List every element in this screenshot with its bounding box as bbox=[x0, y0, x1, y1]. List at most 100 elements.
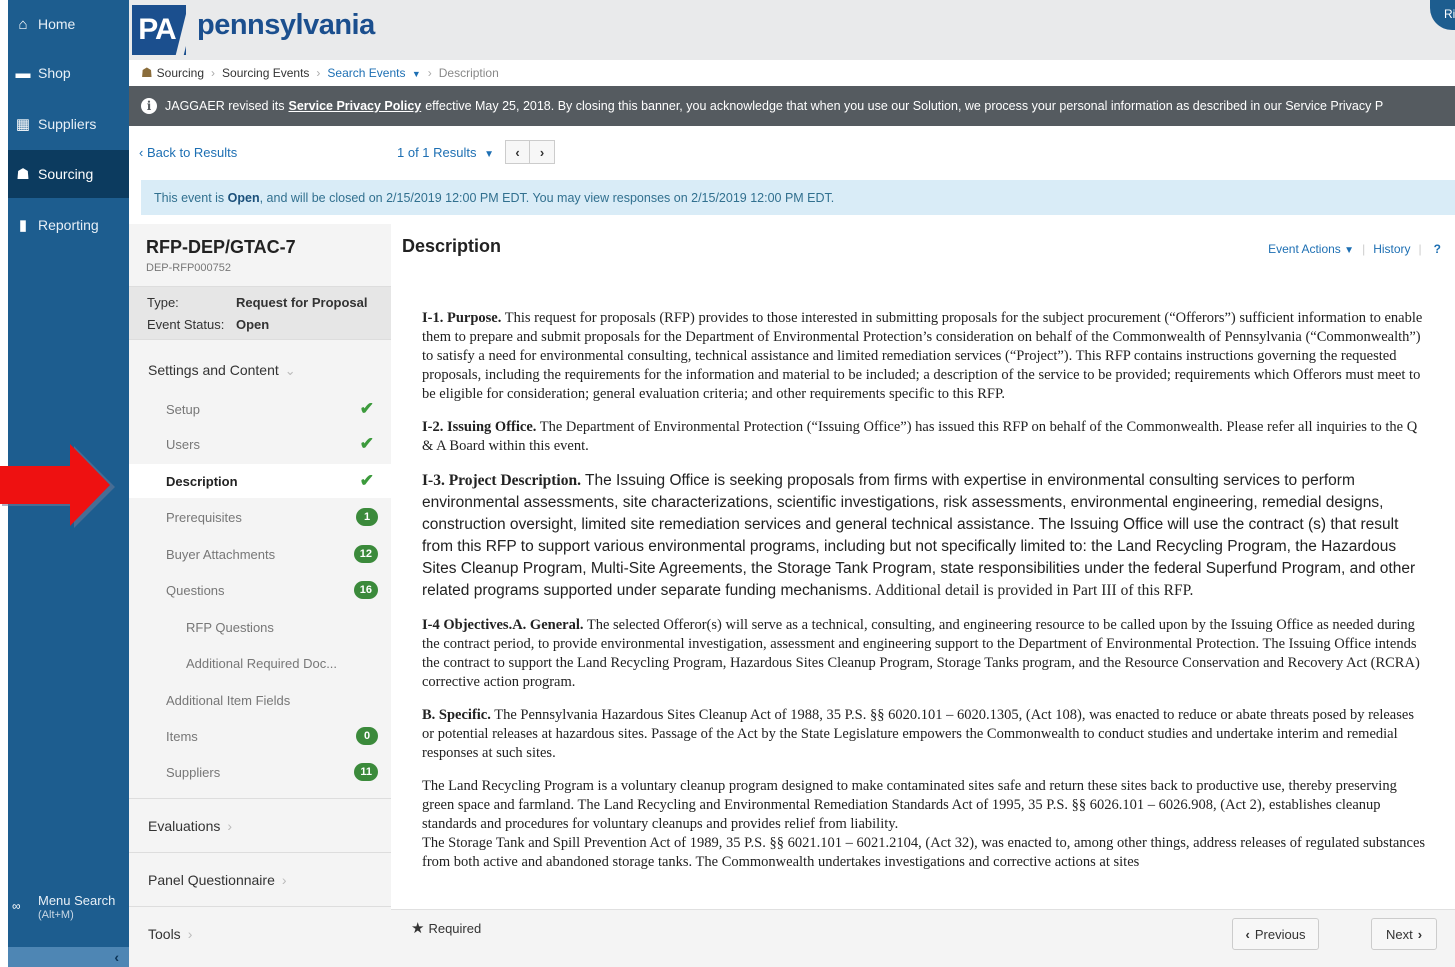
event-actions-dropdown[interactable]: Event Actions ▼ bbox=[1268, 242, 1354, 256]
checkmark-icon: ✔ bbox=[359, 399, 374, 418]
privacy-banner: i JAGGAER revised its Service Privacy Po… bbox=[129, 86, 1455, 126]
banner-prefix: JAGGAER revised its bbox=[165, 99, 285, 113]
next-label: Next bbox=[1385, 926, 1413, 942]
event-status-label: Event Status: bbox=[147, 317, 225, 332]
settings-and-content-toggle[interactable]: Settings and Content ⌄ bbox=[148, 362, 296, 379]
sidebar-section-panel-questionnaire[interactable]: Panel Questionnaire › bbox=[129, 852, 391, 906]
results-count-dropdown[interactable]: 1 of 1 Results ▼ bbox=[397, 145, 494, 160]
sidebar-item-description[interactable]: Description ✔ bbox=[129, 464, 391, 498]
sidebar-item-prerequisites[interactable]: Prerequisites 1 bbox=[129, 500, 391, 534]
sidebar-item-label: Description bbox=[166, 473, 238, 489]
sourcing-icon: ☗ bbox=[16, 166, 30, 183]
caret-down-icon: ▼ bbox=[1344, 245, 1355, 256]
breadcrumb-search-events[interactable]: Search Events ▼ bbox=[327, 66, 420, 80]
previous-button[interactable]: ‹ Previous bbox=[1232, 918, 1319, 950]
menu-search[interactable]: ∞ Menu Search (Alt+M) bbox=[8, 893, 129, 933]
red-arrow-annotation bbox=[0, 444, 115, 528]
event-number: DEP-RFP000752 bbox=[146, 262, 231, 274]
sidebar-item-label: Additional Item Fields bbox=[166, 692, 291, 708]
sidebar-item-users[interactable]: Users ✔ bbox=[129, 427, 391, 461]
help-button[interactable]: ? bbox=[1434, 242, 1441, 256]
event-title: RFP-DEP/GTAC-7 bbox=[146, 237, 296, 257]
paragraph-text: The Issuing Office is seeking proposals … bbox=[422, 472, 1416, 599]
sidebar-item-suppliers[interactable]: Suppliers 11 bbox=[129, 755, 391, 789]
breadcrumb-separator-icon: › bbox=[211, 66, 216, 80]
sidebar-item-buyer-attachments[interactable]: Buyer Attachments 12 bbox=[129, 537, 391, 571]
star-icon: ★ bbox=[411, 920, 425, 937]
description-paragraph: The Storage Tank and Spill Prevention Ac… bbox=[422, 834, 1427, 872]
sidebar-section-tools[interactable]: Tools › bbox=[129, 906, 391, 960]
required-legend: ★ Required bbox=[411, 919, 481, 937]
breadcrumb-separator-icon: › bbox=[316, 66, 321, 80]
nav-suppliers[interactable]: ▦ Suppliers bbox=[8, 100, 129, 148]
nav-sourcing[interactable]: ☗ Sourcing bbox=[8, 150, 129, 198]
breadcrumb-sourcing-events[interactable]: Sourcing Events bbox=[222, 66, 309, 80]
sidebar-section-label: Panel Questionnaire bbox=[148, 871, 275, 888]
chevron-right-icon: › bbox=[281, 871, 287, 888]
nav-home-label: Home bbox=[38, 16, 76, 32]
nav-reporting[interactable]: ▮ Reporting bbox=[8, 201, 129, 249]
sidebar-item-label: Questions bbox=[166, 582, 225, 598]
description-body: I-1. Purpose. This request for proposals… bbox=[422, 309, 1427, 902]
paragraph-heading: B. Specific. bbox=[422, 707, 491, 723]
description-paragraph: The Land Recycling Program is a voluntar… bbox=[422, 777, 1427, 834]
paragraph-heading: I-2. Issuing Office. bbox=[422, 419, 537, 435]
chevron-right-icon: › bbox=[187, 925, 193, 942]
nav-shop-label: Shop bbox=[38, 65, 71, 81]
settings-and-content-label: Settings and Content bbox=[148, 362, 279, 378]
paragraph-heading: I-3. Project Description. bbox=[422, 472, 581, 489]
caret-down-icon: ▼ bbox=[484, 149, 495, 160]
menu-search-shortcut: (Alt+M) bbox=[38, 909, 74, 921]
sidebar-item-additional-required-docs[interactable]: Additional Required Doc... bbox=[129, 646, 391, 680]
paragraph-text: The Land Recycling Program is a voluntar… bbox=[422, 778, 1397, 832]
breadcrumb-description: Description bbox=[438, 66, 499, 80]
menu-search-label: Menu Search bbox=[38, 893, 116, 908]
type-value: Request for Proposal bbox=[236, 295, 368, 310]
sidebar-item-items[interactable]: Items 0 bbox=[129, 719, 391, 753]
count-badge: 1 bbox=[356, 508, 378, 526]
next-button[interactable]: Next › bbox=[1371, 918, 1437, 950]
sidebar-item-label: RFP Questions bbox=[186, 619, 274, 635]
status-suffix: , and will be closed on 2/15/2019 12:00 … bbox=[259, 190, 835, 205]
logo-text: pennsylvania bbox=[197, 9, 375, 41]
logo-abbr: PA bbox=[138, 13, 176, 46]
sourcing-icon: ☗ bbox=[141, 65, 153, 80]
chevron-right-icon: › bbox=[227, 817, 233, 834]
next-result-button[interactable]: › bbox=[530, 140, 555, 164]
nav-home[interactable]: ⌂ Home bbox=[8, 0, 129, 48]
sidebar-item-label: Suppliers bbox=[166, 764, 221, 780]
sidebar-section-label: Evaluations bbox=[148, 817, 221, 834]
event-actions-label: Event Actions bbox=[1268, 242, 1341, 256]
count-badge: 12 bbox=[353, 545, 378, 563]
count-badge: 0 bbox=[356, 727, 378, 745]
chevron-right-icon: › bbox=[539, 144, 545, 160]
pa-logo[interactable]: PA bbox=[132, 5, 186, 55]
breadcrumb: ☗ Sourcing › Sourcing Events › Search Ev… bbox=[129, 60, 1455, 86]
checkmark-icon: ✔ bbox=[359, 434, 374, 453]
collapse-nav-button[interactable]: ‹ bbox=[8, 947, 129, 967]
user-menu-button[interactable]: Ri bbox=[1430, 0, 1455, 30]
caret-down-icon: ▼ bbox=[411, 69, 421, 79]
divider: | bbox=[1362, 242, 1366, 256]
nav-shop[interactable]: ▬ Shop bbox=[8, 49, 129, 97]
event-status-bar: This event is Open, and will be closed o… bbox=[141, 180, 1455, 215]
sidebar-item-label: Setup bbox=[166, 401, 200, 417]
paragraph-text: The Department of Environmental Protecti… bbox=[422, 419, 1418, 454]
nav-reporting-label: Reporting bbox=[38, 217, 99, 233]
privacy-policy-link[interactable]: Service Privacy Policy bbox=[288, 99, 421, 113]
sidebar-item-label: Prerequisites bbox=[166, 509, 242, 525]
sidebar-item-label: Additional Required Doc... bbox=[186, 655, 338, 671]
event-status-value: Open bbox=[236, 317, 270, 332]
event-sidebar: RFP-DEP/GTAC-7 DEP-RFP000752 Type: Reque… bbox=[129, 224, 391, 967]
history-link[interactable]: History bbox=[1373, 242, 1410, 256]
sidebar-section-evaluations[interactable]: Evaluations › bbox=[129, 798, 391, 852]
sidebar-item-rfp-questions[interactable]: RFP Questions bbox=[129, 610, 391, 644]
status-state: Open bbox=[227, 190, 260, 205]
sidebar-item-questions[interactable]: Questions 16 bbox=[129, 573, 391, 607]
sidebar-item-additional-item-fields[interactable]: Additional Item Fields bbox=[129, 683, 391, 717]
previous-result-button[interactable]: ‹ bbox=[505, 140, 530, 164]
back-to-results-link[interactable]: ‹ Back to Results bbox=[139, 145, 237, 160]
sidebar-item-setup[interactable]: Setup ✔ bbox=[129, 392, 391, 426]
paragraph-heading: I-4 Objectives.A. General. bbox=[422, 617, 584, 633]
breadcrumb-sourcing[interactable]: Sourcing bbox=[157, 66, 204, 80]
